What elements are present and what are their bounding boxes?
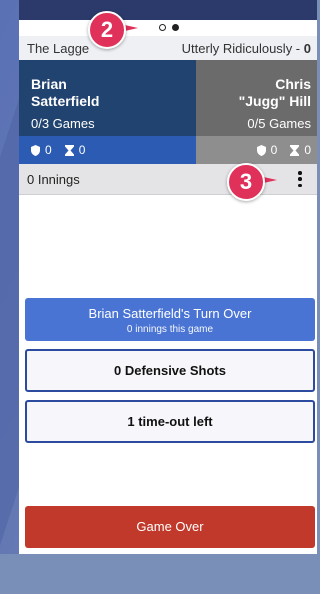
hourglass-icon: [64, 144, 74, 156]
turn-over-button[interactable]: Brian Satterfield's Turn Over 0 innings …: [25, 298, 315, 341]
game-over-button[interactable]: Game Over: [25, 506, 315, 548]
status-bar: [19, 0, 317, 20]
opponent-name: Utterly Ridiculously -: [181, 41, 301, 56]
player-name: Brian Satterfield: [31, 76, 100, 109]
timeout-button[interactable]: 1 time-out left: [25, 400, 315, 443]
shield-count: 0: [270, 143, 278, 157]
hourglass-count: 0: [78, 143, 86, 157]
app-screen: The Lagge Utterly Ridiculously - 0 Brian…: [19, 0, 317, 554]
page-dot-2[interactable]: [172, 24, 179, 31]
player-games: 0/3 Games: [31, 116, 95, 131]
match-header: The Lagge Utterly Ridiculously - 0: [19, 36, 317, 60]
opponent-score: 0: [303, 41, 311, 56]
opponent-team: Utterly Ridiculously - 0: [182, 41, 311, 56]
hourglass-icon: [290, 144, 300, 156]
player-name: Chris "Jugg" Hill: [238, 76, 311, 109]
more-options-icon[interactable]: [297, 171, 303, 187]
turn-over-sublabel: 0 innings this game: [126, 324, 214, 335]
innings-count: 0 Innings: [27, 172, 80, 187]
callout-2: 2: [88, 11, 126, 49]
background-edge: [0, 0, 20, 554]
page-dot-1[interactable]: [159, 24, 166, 31]
league-name: The Lagge: [27, 41, 90, 56]
shield-count: 0: [45, 143, 52, 157]
player-games: 0/5 Games: [247, 116, 311, 131]
shield-icon: [31, 144, 40, 156]
shield-icon: [256, 144, 266, 156]
player-left-stats: 0 0: [19, 136, 196, 164]
page-indicator[interactable]: [159, 24, 179, 31]
callout-3: 3: [227, 163, 265, 201]
player-right-stats: 0 0: [196, 136, 317, 164]
defensive-shots-button[interactable]: 0 Defensive Shots: [25, 349, 315, 392]
hourglass-count: 0: [304, 143, 311, 157]
turn-over-label: Brian Satterfield's Turn Over: [88, 306, 252, 321]
